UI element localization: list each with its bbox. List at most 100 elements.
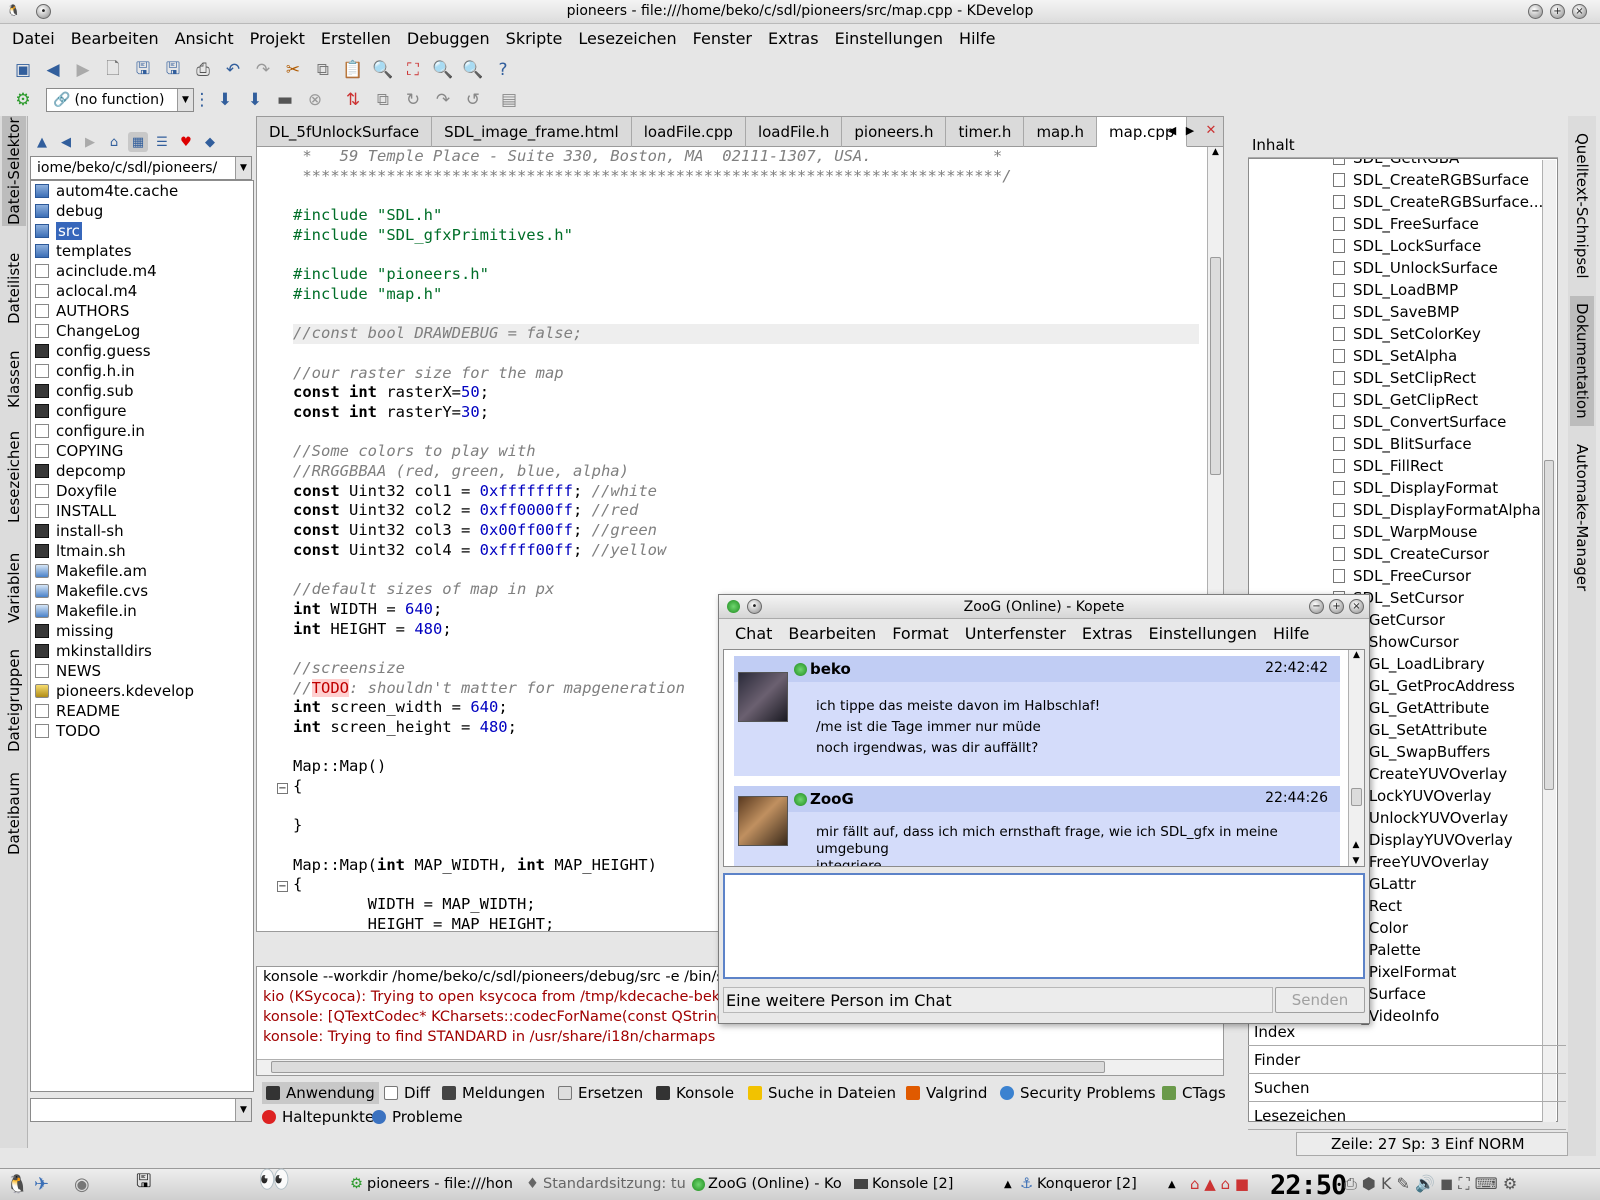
file-item[interactable]: configure.in — [31, 421, 253, 441]
cut-icon[interactable]: ✂ — [280, 57, 306, 83]
menu-einstellungen[interactable]: Einstellungen — [835, 29, 943, 48]
chat-close-button[interactable]: × — [1349, 599, 1364, 614]
doc-item[interactable]: SDL_GetClipRect — [1249, 389, 1557, 411]
file-item[interactable]: src — [31, 221, 253, 241]
filter-combo[interactable]: ▼ — [30, 1098, 252, 1122]
editor-tab[interactable]: timer.h — [946, 117, 1025, 147]
doc-item[interactable]: SDL_DisplayFormat — [1249, 477, 1557, 499]
debug-step-icon[interactable]: ⧉ — [370, 87, 396, 113]
zoom-in-icon[interactable]: 🔍 — [430, 57, 456, 83]
file-item[interactable]: missing — [31, 621, 253, 641]
execute-icon[interactable]: ▬ — [272, 87, 298, 113]
task-kopete[interactable]: ZooG (Online) - Ko — [692, 1171, 852, 1197]
file-item[interactable]: ltmain.sh — [31, 541, 253, 561]
doc-item[interactable]: SDL_FreeSurface — [1249, 213, 1557, 235]
file-item[interactable]: Makefile.in — [31, 601, 253, 621]
tab-suchen[interactable]: Suchen — [1248, 1076, 1566, 1102]
path-combo[interactable]: iome/beko/c/sdl/pioneers/ ▼ — [30, 156, 252, 180]
menu-ansicht[interactable]: Ansicht — [175, 29, 234, 48]
chat-scroll-thumb[interactable] — [1351, 788, 1362, 806]
forward-icon[interactable]: ▶ — [70, 57, 96, 83]
file-item[interactable]: install-sh — [31, 521, 253, 541]
toolbar-handle-icon[interactable]: ⋮ — [194, 87, 211, 113]
tab-konsole[interactable]: Konsole — [656, 1082, 734, 1104]
file-item[interactable]: debug — [31, 201, 253, 221]
list-view-icon[interactable]: ☰ — [152, 132, 172, 152]
minimize-button[interactable]: − — [1528, 4, 1543, 19]
detail-view-icon[interactable]: ▦ — [128, 132, 148, 152]
step-over-icon[interactable]: ↻ — [400, 87, 426, 113]
menu-lesezeichen[interactable]: Lesezeichen — [578, 29, 676, 48]
desktop-icon[interactable]: ◉ — [74, 1171, 90, 1197]
menu-debuggen[interactable]: Debuggen — [407, 29, 490, 48]
code-folding-gutter[interactable]: − − — [257, 147, 291, 931]
new-file-icon[interactable]: 🗋 — [100, 57, 126, 83]
tab-dateiliste[interactable]: Dateiliste — [2, 246, 26, 330]
tab-lesezeichen[interactable]: Lesezeichen — [2, 428, 26, 526]
file-item[interactable]: aclocal.m4 — [31, 281, 253, 301]
chat-input[interactable] — [723, 873, 1365, 979]
kde-menu-icon[interactable]: 🐧 — [6, 1171, 28, 1197]
file-item[interactable]: NEWS — [31, 661, 253, 681]
file-item[interactable]: pioneers.kdevelop — [31, 681, 253, 701]
tab-finder[interactable]: Finder — [1248, 1048, 1566, 1074]
tab-variablen[interactable]: Variablen — [2, 546, 26, 630]
doc-item[interactable]: SDL_CreateRGBSurface — [1249, 169, 1557, 191]
tab-probleme[interactable]: Probleme — [372, 1106, 463, 1128]
doc-item[interactable]: SDL_SetColorKey — [1249, 323, 1557, 345]
back-icon[interactable]: ◀ — [40, 57, 66, 83]
editor-tab[interactable]: SDL_image_frame.html — [432, 117, 632, 147]
chat-menu-einstellungen[interactable]: Einstellungen — [1148, 624, 1256, 643]
tab-suche-in-dateien[interactable]: Suche in Dateien — [748, 1082, 896, 1104]
chat-log[interactable]: beko 22:42:42 ich tippe das meiste davon… — [723, 649, 1365, 867]
contents-header[interactable]: Inhalt — [1248, 130, 1558, 158]
chat-menu-extras[interactable]: Extras — [1082, 624, 1133, 643]
menu-hilfe[interactable]: Hilfe — [959, 29, 995, 48]
group-arrow-icon[interactable]: ▲ — [1168, 1171, 1176, 1197]
function-combo[interactable]: 🔗 (no function) ▼ — [46, 88, 194, 112]
tab-quelltext-schnipsel[interactable]: Quelltext-Schnipsel — [1570, 126, 1594, 286]
floppy-icon[interactable]: 🖫 — [136, 1171, 151, 1197]
tab-scroll-left-icon[interactable]: ◀ — [1163, 119, 1181, 143]
editor-scroll-thumb[interactable] — [1210, 257, 1221, 475]
editor-tab[interactable]: pioneers.h — [842, 117, 947, 147]
tab-automake-manager[interactable]: Automake-Manager — [1570, 438, 1594, 598]
doc-item[interactable]: SDL_GetRGBA — [1249, 159, 1557, 169]
docs-scrollbar[interactable] — [1542, 160, 1556, 1122]
file-item[interactable]: templates — [31, 241, 253, 261]
home-icon[interactable]: ⌂ — [104, 132, 124, 152]
file-item[interactable]: INSTALL — [31, 501, 253, 521]
file-item[interactable]: Makefile.cvs — [31, 581, 253, 601]
file-item[interactable]: Doxyfile — [31, 481, 253, 501]
clock[interactable]: 22:50 — [1270, 1170, 1347, 1200]
fold-marker-icon[interactable]: − — [277, 881, 288, 892]
launcher-icon[interactable]: ✈ — [34, 1171, 49, 1197]
doc-item[interactable]: SDL_SetAlpha — [1249, 345, 1557, 367]
editor-tab[interactable]: map.h — [1024, 117, 1098, 147]
doc-item[interactable]: SDL_CreateCursor — [1249, 543, 1557, 565]
tab-meldungen[interactable]: Meldungen — [442, 1082, 545, 1104]
tray-icons[interactable]: ⎙ ⬢ K ✎ 🔊 ◼ ⛶ ⌨ ⚙ — [1344, 1171, 1517, 1197]
doc-item[interactable]: SDL_SetClipRect — [1249, 367, 1557, 389]
file-item[interactable]: mkinstalldirs — [31, 641, 253, 661]
tab-ersetzen[interactable]: Ersetzen — [558, 1082, 643, 1104]
back-icon[interactable]: ◀ — [56, 132, 76, 152]
menu-erstellen[interactable]: Erstellen — [321, 29, 391, 48]
tab-dateigruppen[interactable]: Dateigruppen — [2, 646, 26, 756]
doc-item[interactable]: SDL_FillRect — [1249, 455, 1557, 477]
doc-item[interactable]: SDL_FreeCursor — [1249, 565, 1557, 587]
task-kdevelop[interactable]: ⚙ pioneers - file:///hon — [350, 1171, 522, 1197]
file-item[interactable]: config.guess — [31, 341, 253, 361]
scroll-up-icon[interactable]: ▲ — [1208, 147, 1223, 157]
close-button[interactable]: × — [1572, 4, 1587, 19]
docs-scroll-thumb[interactable] — [1544, 460, 1554, 790]
redo-icon[interactable]: ↷ — [250, 57, 276, 83]
whats-this-icon[interactable]: ? — [490, 57, 516, 83]
chat-menu-chat[interactable]: Chat — [735, 624, 772, 643]
file-item[interactable]: COPYING — [31, 441, 253, 461]
file-item[interactable]: autom4te.cache — [31, 181, 253, 201]
output-scroll-thumb[interactable] — [271, 1061, 1105, 1073]
tab-ctags[interactable]: CTags — [1162, 1082, 1226, 1104]
send-button[interactable]: Senden — [1275, 987, 1365, 1013]
doc-item[interactable]: SDL_LockSurface — [1249, 235, 1557, 257]
